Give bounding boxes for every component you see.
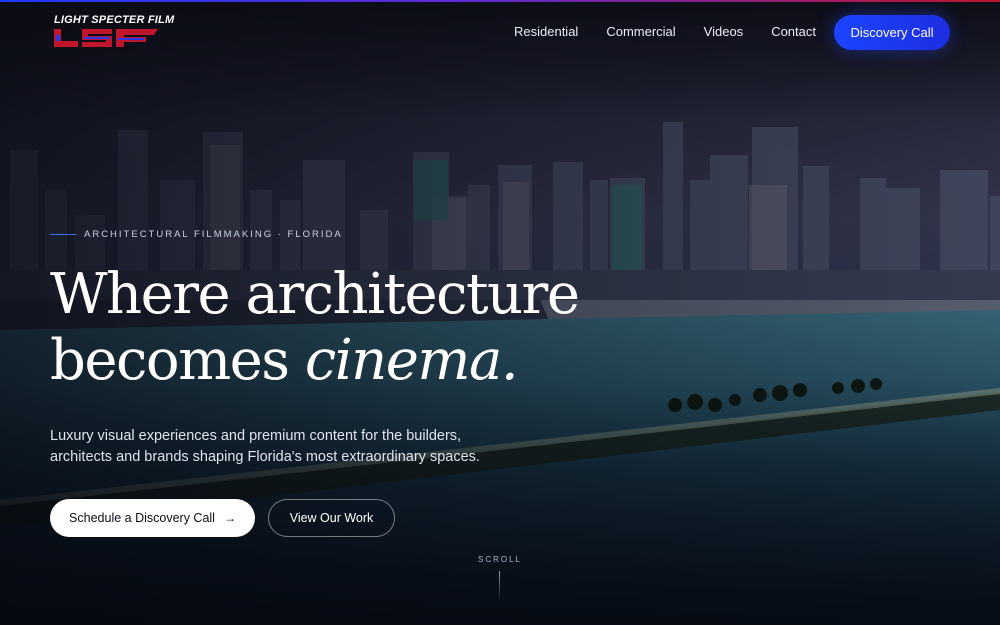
top-accent-line [0,0,1000,2]
nav-link-videos[interactable]: Videos [704,24,744,39]
brand-name: LIGHT SPECTER FILM [54,14,175,26]
hero-subtitle: Luxury visual experiences and premium co… [50,428,480,465]
headline-line-2: becomes cinema. [50,328,578,394]
eyebrow-accent-line [50,234,76,235]
nav-link-residential[interactable]: Residential [514,24,578,39]
scroll-indicator-line [499,571,500,601]
top-navigation: LIGHT SPECTER FILM Residential Commercia… [0,0,1000,64]
scroll-indicator-label[interactable]: SCROLL [450,555,550,564]
arrow-right-icon: → [223,511,236,525]
brand-logo[interactable]: LIGHT SPECTER FILM [54,14,174,52]
headline-line-1: Where architecture [50,262,580,327]
headline-line-2-italic: cinema. [304,328,519,393]
schedule-button-label: Schedule a Discovery Call [69,511,215,525]
nav-link-contact[interactable]: Contact [771,24,816,39]
hero-section: LIGHT SPECTER FILM Residential Commercia… [0,0,1000,625]
nav-link-commercial[interactable]: Commercial [606,24,675,39]
hero-eyebrow: ARCHITECTURAL FILMMAKING · FLORIDA [50,229,343,240]
eyebrow-text: ARCHITECTURAL FILMMAKING · FLORIDA [84,229,343,240]
brand-logo-mark-icon [54,29,158,47]
schedule-discovery-call-button[interactable]: Schedule a Discovery Call → [50,499,255,537]
main-menu: Residential Commercial Videos Contact [514,24,844,39]
view-our-work-button[interactable]: View Our Work [268,499,395,537]
discovery-call-button[interactable]: Discovery Call [834,15,950,50]
hero-headline: Where architecture becomes cinema. [50,262,580,394]
headline-line-2-plain: becomes [50,328,305,393]
